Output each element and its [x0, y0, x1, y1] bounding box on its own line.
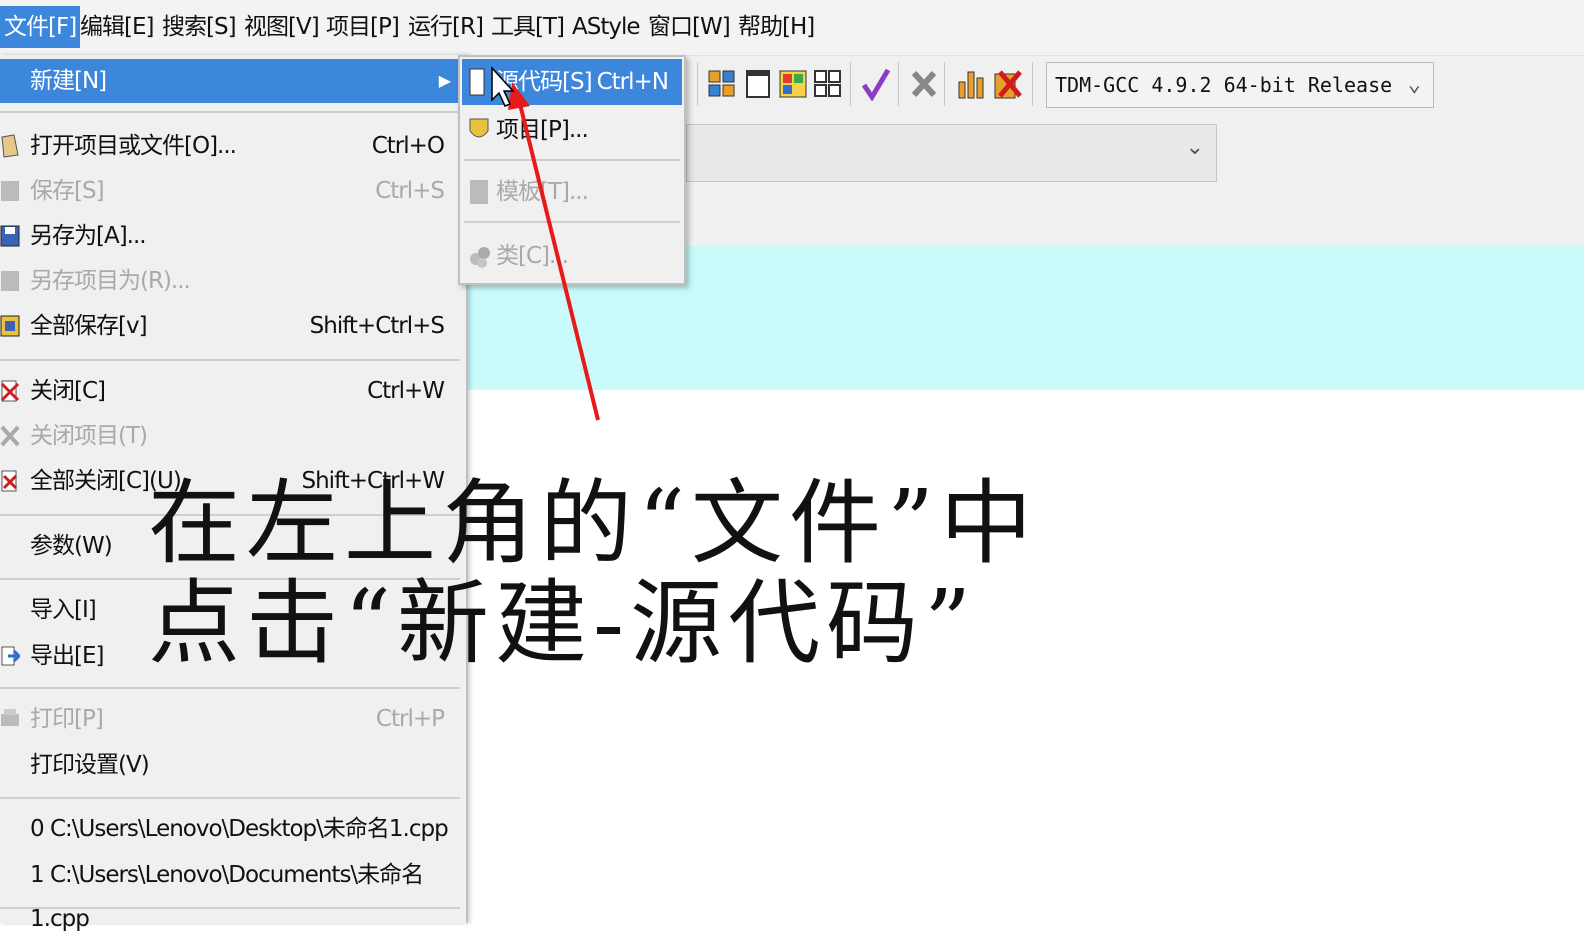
annotation-line-1: 在左上角的“文件”中 — [148, 470, 1039, 577]
annotation-arrow — [491, 66, 600, 421]
annotation-line-2: 点击“新建-源代码” — [148, 570, 978, 677]
annotation-caption: 在左上角的“文件”中 点击“新建-源代码” — [148, 474, 1148, 674]
